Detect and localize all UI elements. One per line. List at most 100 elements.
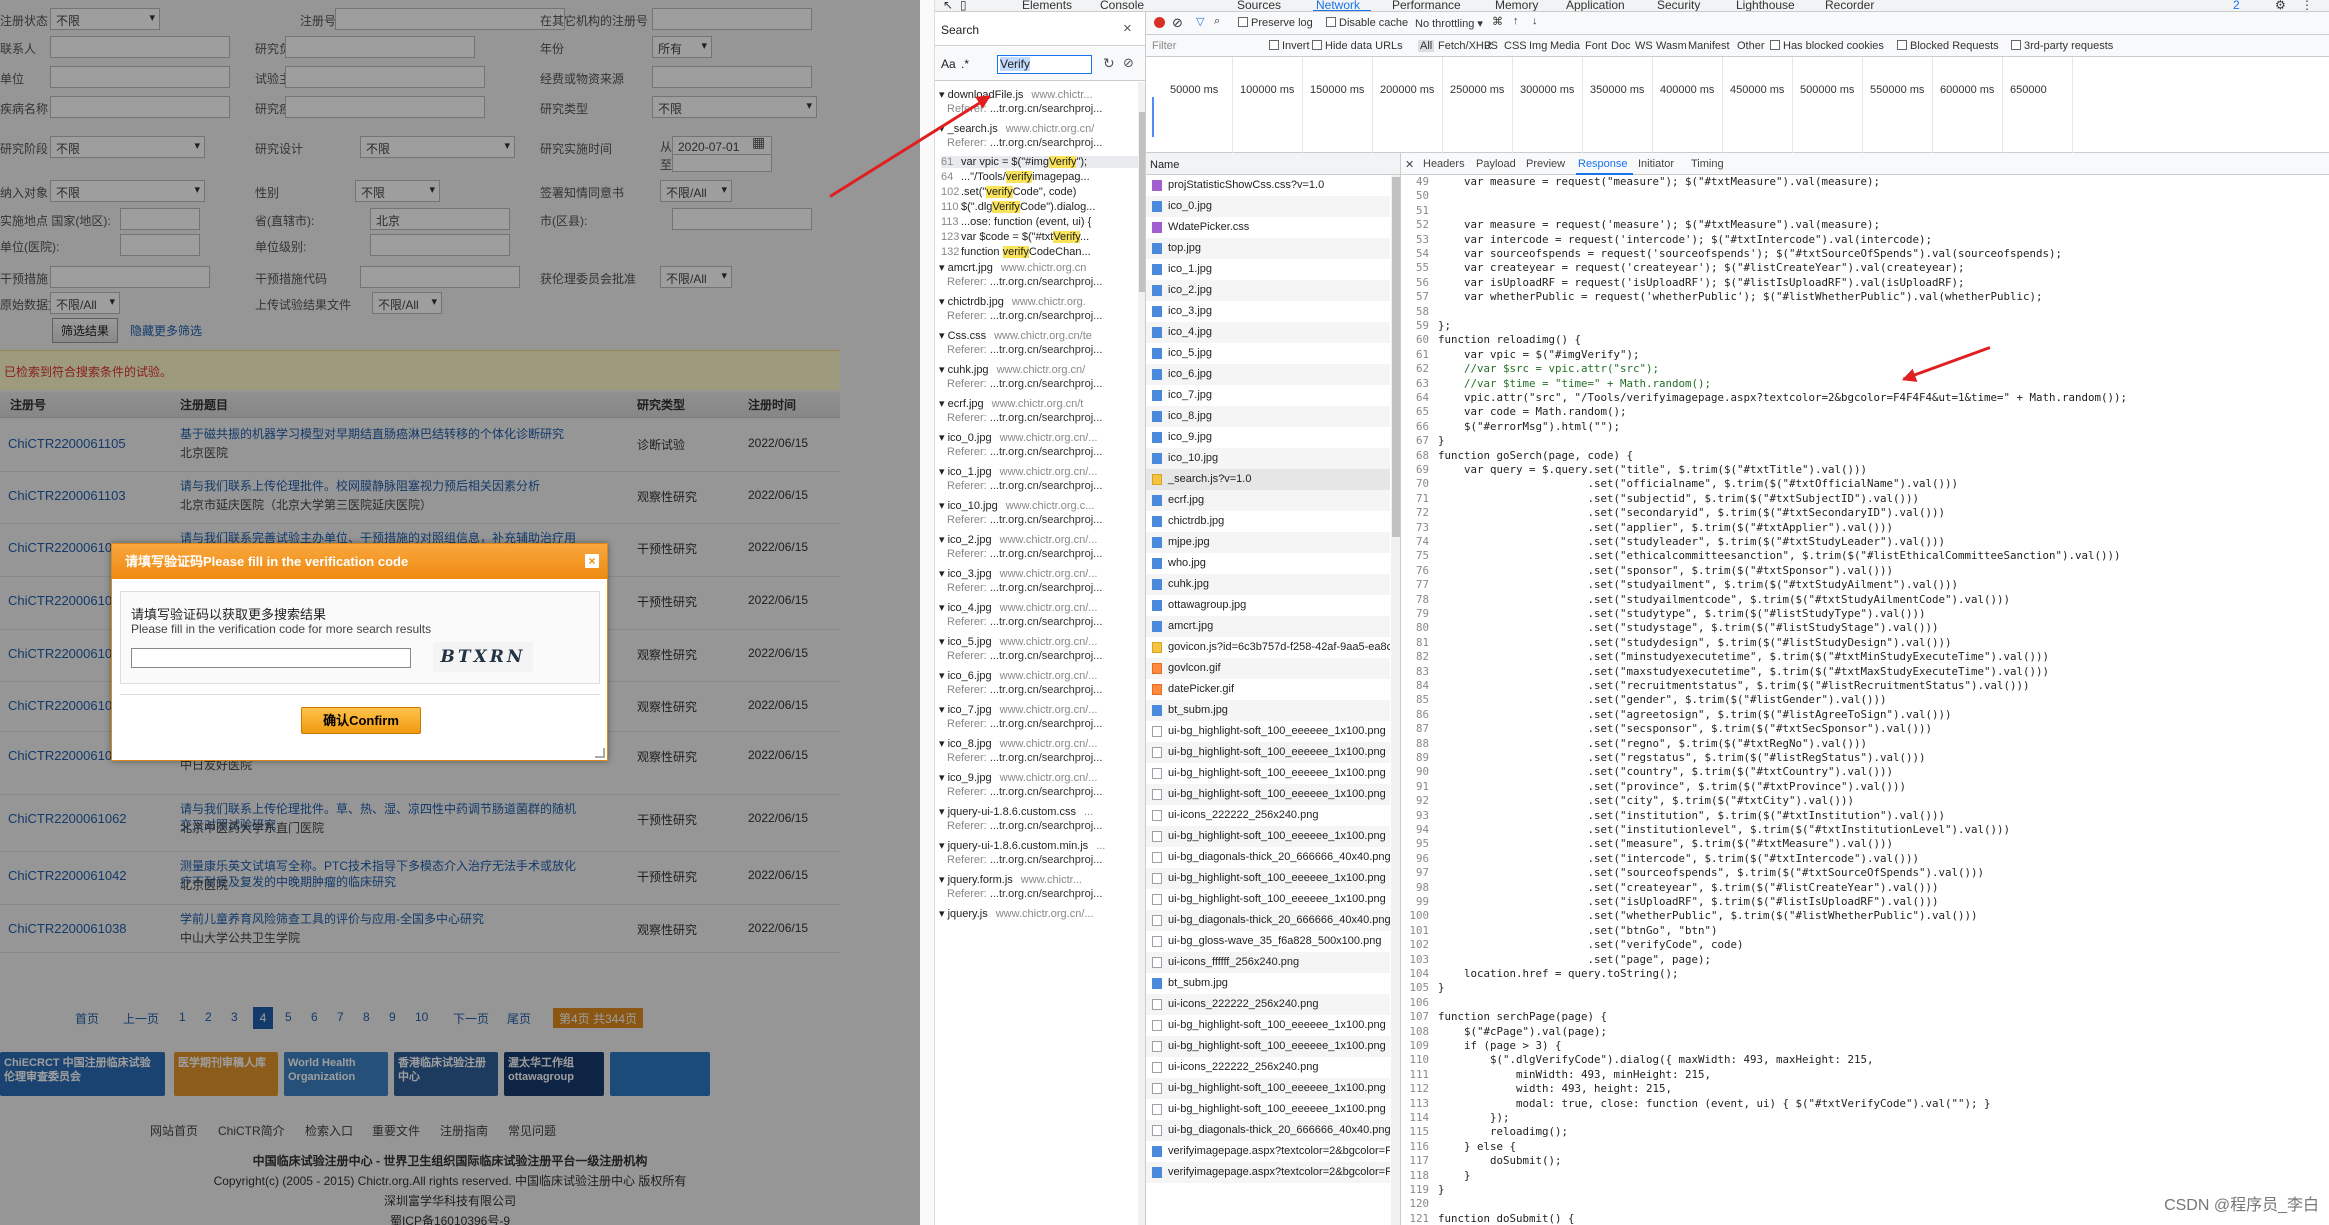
type-filter-media[interactable]: Media bbox=[1550, 40, 1580, 52]
type-filter-other[interactable]: Other bbox=[1737, 40, 1765, 52]
request-row[interactable]: ico_1.jpg bbox=[1146, 259, 1390, 280]
request-row[interactable]: ui-bg_diagonals-thick_20_666666_40x40.pn… bbox=[1146, 847, 1390, 868]
verification-code-input[interactable] bbox=[131, 648, 411, 668]
type-filter-all[interactable]: All bbox=[1418, 40, 1435, 52]
request-row[interactable]: ui-bg_highlight-soft_100_eeeeee_1x100.pn… bbox=[1146, 742, 1390, 763]
detail-tab-initiator[interactable]: Initiator bbox=[1638, 158, 1674, 170]
hide-data-urls-checkbox[interactable]: Hide data URLs bbox=[1312, 40, 1403, 52]
record-icon[interactable] bbox=[1154, 17, 1165, 28]
type-filter-js[interactable]: JS bbox=[1485, 40, 1498, 52]
third-party-checkbox[interactable]: 3rd-party requests bbox=[2011, 40, 2113, 52]
filter-icon[interactable]: ▽ bbox=[1196, 15, 1204, 28]
request-row[interactable]: ico_2.jpg bbox=[1146, 280, 1390, 301]
type-filter-manifest[interactable]: Manifest bbox=[1688, 40, 1730, 52]
request-row[interactable]: ui-icons_ffffff_256x240.png bbox=[1146, 952, 1390, 973]
detail-tab-payload[interactable]: Payload bbox=[1476, 158, 1516, 170]
request-row[interactable]: ui-bg_diagonals-thick_20_666666_40x40.pn… bbox=[1146, 910, 1390, 931]
request-row[interactable]: ico_10.jpg bbox=[1146, 448, 1390, 469]
request-scroll-thumb[interactable] bbox=[1392, 177, 1400, 537]
close-icon[interactable]: × bbox=[585, 554, 599, 568]
search-result-file[interactable]: ▾ amcrt.jpg www.chictr.org.cn bbox=[939, 261, 1086, 274]
preserve-log-checkbox[interactable]: Preserve log bbox=[1238, 17, 1313, 29]
request-row[interactable]: ecrf.jpg bbox=[1146, 490, 1390, 511]
search-result-line[interactable]: 64 ..."/Tools/verifyimagepag... bbox=[941, 171, 1090, 183]
request-row[interactable]: ui-bg_highlight-soft_100_eeeeee_1x100.pn… bbox=[1146, 889, 1390, 910]
request-row[interactable]: who.jpg bbox=[1146, 553, 1390, 574]
issues-badge[interactable]: 2 bbox=[2233, 0, 2240, 11]
refresh-icon[interactable]: ↻ bbox=[1103, 55, 1115, 72]
blocked-cookies-checkbox[interactable]: Has blocked cookies bbox=[1770, 40, 1884, 52]
search-result-file[interactable]: ▾ ecrf.jpg www.chictr.org.cn/t bbox=[939, 397, 1083, 410]
request-row[interactable]: ui-bg_highlight-soft_100_eeeeee_1x100.pn… bbox=[1146, 1015, 1390, 1036]
search-result-line[interactable]: 132 function verifyCodeChan... bbox=[941, 246, 1091, 258]
tab-security[interactable]: Security bbox=[1657, 0, 1700, 11]
request-row[interactable]: ui-bg_gloss-wave_35_f6a828_500x100.png bbox=[1146, 931, 1390, 952]
search-result-file[interactable]: ▾ ico_8.jpg www.chictr.org.cn/... bbox=[939, 737, 1097, 750]
tab-sources[interactable]: Sources bbox=[1237, 0, 1281, 11]
type-filter-css[interactable]: CSS bbox=[1504, 40, 1527, 52]
filter-input[interactable]: Filter bbox=[1152, 40, 1176, 52]
request-row[interactable]: datePicker.gif bbox=[1146, 679, 1390, 700]
tab-application[interactable]: Application bbox=[1566, 0, 1625, 11]
request-row[interactable]: verifyimagepage.aspx?textcolor=2&bgcolor… bbox=[1146, 1141, 1390, 1162]
detail-tab-headers[interactable]: Headers bbox=[1423, 158, 1465, 170]
search-icon[interactable]: ⌕ bbox=[1214, 15, 1220, 28]
type-filter-wasm[interactable]: Wasm bbox=[1656, 40, 1687, 52]
disable-cache-checkbox[interactable]: Disable cache bbox=[1326, 17, 1408, 29]
type-filter-doc[interactable]: Doc bbox=[1611, 40, 1631, 52]
search-result-file[interactable]: ▾ jquery-ui-1.8.6.custom.css... bbox=[939, 805, 1093, 818]
blocked-requests-checkbox[interactable]: Blocked Requests bbox=[1897, 40, 1999, 52]
search-result-file[interactable]: ▾ jquery-ui-1.8.6.custom.min.js... bbox=[939, 839, 1105, 852]
tab-lighthouse[interactable]: Lighthouse bbox=[1736, 0, 1795, 11]
request-row[interactable]: WdatePicker.css bbox=[1146, 217, 1390, 238]
request-row[interactable]: ico_8.jpg bbox=[1146, 406, 1390, 427]
request-row[interactable]: ui-bg_highlight-soft_100_eeeeee_1x100.pn… bbox=[1146, 1036, 1390, 1057]
request-scrollbar[interactable] bbox=[1391, 175, 1400, 1225]
tab-performance[interactable]: Performance bbox=[1392, 0, 1461, 11]
device-toolbar-icon[interactable]: ▯ bbox=[960, 0, 967, 11]
search-scroll-thumb[interactable] bbox=[1139, 112, 1145, 292]
export-har-icon[interactable]: ↓ bbox=[1532, 15, 1538, 27]
request-row[interactable]: ui-bg_diagonals-thick_20_666666_40x40.pn… bbox=[1146, 1120, 1390, 1141]
search-result-file[interactable]: ▾ ico_1.jpg www.chictr.org.cn/... bbox=[939, 465, 1097, 478]
clear-log-icon[interactable]: ⊘ bbox=[1172, 15, 1183, 31]
request-row[interactable]: cuhk.jpg bbox=[1146, 574, 1390, 595]
request-row[interactable]: ui-bg_highlight-soft_100_eeeeee_1x100.pn… bbox=[1146, 826, 1390, 847]
search-result-file[interactable]: ▾ ico_7.jpg www.chictr.org.cn/... bbox=[939, 703, 1097, 716]
search-result-file[interactable]: ▾ ico_0.jpg www.chictr.org.cn/... bbox=[939, 431, 1097, 444]
request-row[interactable]: verifyimagepage.aspx?textcolor=2&bgcolor… bbox=[1146, 1162, 1390, 1183]
request-row[interactable]: ui-icons_222222_256x240.png bbox=[1146, 1057, 1390, 1078]
response-code-view[interactable]: 49 var measure = request("measure"); $("… bbox=[1401, 175, 2329, 1225]
detail-tab-response[interactable]: Response bbox=[1578, 158, 1628, 170]
request-row[interactable]: ottawagroup.jpg bbox=[1146, 595, 1390, 616]
request-row[interactable]: ui-bg_highlight-soft_100_eeeeee_1x100.pn… bbox=[1146, 763, 1390, 784]
wifi-icon[interactable]: ⌘ bbox=[1492, 15, 1503, 28]
network-timeline[interactable]: 50000 ms 100000 ms 150000 ms 200000 ms 25000… bbox=[1146, 57, 2329, 153]
captcha-image[interactable]: BTXRN bbox=[433, 642, 533, 672]
search-result-line[interactable]: 61 var vpic = $("#imgVerify"); bbox=[941, 156, 1141, 168]
throttling-select[interactable]: No throttling ▾ bbox=[1415, 17, 1483, 30]
resize-grip-icon[interactable] bbox=[595, 748, 605, 758]
type-filter-img[interactable]: Img bbox=[1529, 40, 1547, 52]
search-result-line[interactable]: 123 var $code = $("#txtVerify... bbox=[941, 231, 1089, 243]
search-result-file[interactable]: ▾ ico_10.jpg www.chictr.org.c... bbox=[939, 499, 1094, 512]
detail-tab-preview[interactable]: Preview bbox=[1526, 158, 1565, 170]
request-row[interactable]: bt_subm.jpg bbox=[1146, 700, 1390, 721]
search-result-file[interactable]: ▾ ico_3.jpg www.chictr.org.cn/... bbox=[939, 567, 1097, 580]
request-row[interactable]: ico_6.jpg bbox=[1146, 364, 1390, 385]
confirm-button[interactable]: 确认Confirm bbox=[301, 707, 421, 734]
settings-gear-icon[interactable]: ⚙ bbox=[2275, 0, 2286, 11]
request-row[interactable]: govicon.js?id=6c3b757d-f258-42af-9aa5-ea… bbox=[1146, 637, 1390, 658]
request-row[interactable]: _search.js?v=1.0 bbox=[1146, 469, 1390, 490]
search-result-file[interactable]: ▾ _search.js www.chictr.org.cn/ bbox=[939, 122, 1094, 135]
search-result-file[interactable]: ▾ jquery.form.js www.chictr... bbox=[939, 873, 1082, 886]
inspect-icon[interactable]: ↖ bbox=[943, 0, 953, 11]
clear-icon[interactable]: ⊘ bbox=[1123, 55, 1134, 71]
import-har-icon[interactable]: ↑ bbox=[1513, 15, 1519, 27]
name-column-header[interactable]: Name bbox=[1146, 153, 1400, 175]
request-row[interactable]: ico_7.jpg bbox=[1146, 385, 1390, 406]
request-row[interactable]: bt_subm.jpg bbox=[1146, 973, 1390, 994]
tab-elements[interactable]: Elements bbox=[1022, 0, 1072, 11]
request-row[interactable]: projStatisticShowCss.css?v=1.0 bbox=[1146, 175, 1390, 196]
search-scrollbar[interactable] bbox=[1138, 82, 1145, 1225]
